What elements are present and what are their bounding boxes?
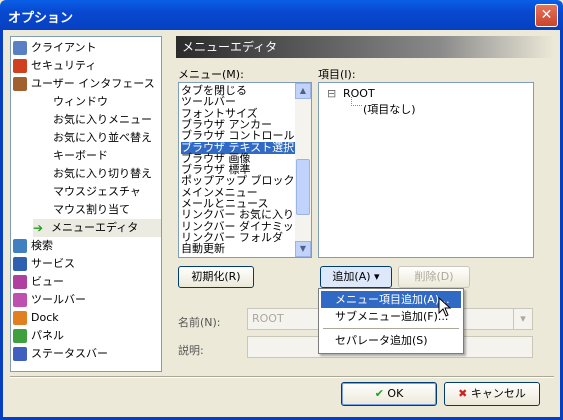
tree-item-label: 検索 xyxy=(31,239,53,252)
cancel-button-label: キャンセル xyxy=(470,387,526,400)
tree-item[interactable]: お気に入り切り替え xyxy=(33,165,161,183)
tree-item[interactable]: ウィンドウ xyxy=(33,93,161,111)
tree-item-label: ウィンドウ xyxy=(53,95,108,108)
tree-item[interactable]: セキュリティ xyxy=(13,57,159,75)
users-icon xyxy=(13,77,27,91)
title-bar[interactable]: オプション ✕ xyxy=(0,0,563,30)
mouse-cursor-icon xyxy=(438,297,452,317)
tree-item[interactable]: ビュー xyxy=(13,273,159,291)
window-title: オプション xyxy=(8,11,74,26)
bottom-separator xyxy=(10,376,554,378)
add-button[interactable]: 追加(A) ▾ xyxy=(320,266,392,288)
collapse-icon[interactable]: ⊟ xyxy=(327,87,336,100)
tree-item-label: ユーザー インタフェース xyxy=(31,77,155,90)
cross-icon: ✖ xyxy=(458,387,468,400)
tree-connector xyxy=(351,97,362,106)
tree-item-label: マウス割り当て xyxy=(53,203,130,216)
tree-item-label: メニューエディタ xyxy=(51,221,139,234)
cancel-button[interactable]: ✖ キャンセル xyxy=(444,382,540,406)
menu-list-scrollbar[interactable]: ▲ ▼ xyxy=(295,83,311,257)
menu-listbox[interactable]: タブを閉じる ツールバー フォントサイズ ブラウザ アンカー ブラウザ コントロール ブラ… xyxy=(178,82,312,258)
menu-label: メニュー(M): xyxy=(178,68,244,81)
tree-item-label: ツールバー xyxy=(31,293,86,306)
tree-item[interactable]: キーボード xyxy=(33,147,161,165)
add-button-label: 追加(A) xyxy=(332,270,371,283)
close-button[interactable]: ✕ xyxy=(535,4,558,27)
tree-item-label: キーボード xyxy=(53,149,108,162)
client-icon xyxy=(13,41,27,55)
tree-item-label: お気に入り切り替え xyxy=(53,167,152,180)
description-label: 説明: xyxy=(178,344,204,357)
init-button[interactable]: 初期化(R) xyxy=(178,266,254,288)
tree-item-label: ステータスバー xyxy=(31,347,108,360)
tree-item[interactable]: パネル xyxy=(13,327,159,345)
name-dropdown-icon[interactable]: ▾ xyxy=(513,308,533,330)
tree-item[interactable]: クライアント xyxy=(13,39,159,57)
cube-icon xyxy=(13,329,27,343)
tree-item[interactable]: 検索 xyxy=(13,237,159,255)
tree-item-label: お気に入りメニュー xyxy=(53,113,152,126)
cube-icon xyxy=(13,293,27,307)
service-icon xyxy=(13,257,27,271)
tree-item-label: サービス xyxy=(31,257,75,270)
delete-button[interactable]: 削除(D) xyxy=(398,266,470,288)
tree-item-label: クライアント xyxy=(31,41,97,54)
ok-button[interactable]: ✔ OK xyxy=(341,382,437,406)
item-tree-empty[interactable]: (項目なし) xyxy=(363,101,416,117)
item-tree[interactable]: ⊟ ROOT (項目なし) xyxy=(318,82,534,258)
cube-icon xyxy=(13,311,27,325)
dropdown-arrow-icon: ▾ xyxy=(374,270,380,283)
tree-item[interactable]: ユーザー インタフェース xyxy=(13,75,159,93)
tree-item[interactable]: サービス xyxy=(13,255,159,273)
arrow-right-icon: ➔ xyxy=(33,221,44,235)
menu-separator xyxy=(323,328,459,329)
tree-item[interactable]: ➔ メニューエディタ xyxy=(33,219,161,237)
category-tree[interactable]: クライアント セキュリティユーザー インタフェースウィンドウお気に入りメニュー お気… xyxy=(10,36,162,372)
shield-icon xyxy=(13,59,27,73)
tree-item[interactable]: マウス割り当て xyxy=(33,201,161,219)
ok-button-label: OK xyxy=(387,387,404,400)
cube-icon xyxy=(13,347,27,361)
scroll-thumb[interactable] xyxy=(296,159,310,215)
tree-item[interactable]: ステータスバー xyxy=(13,345,159,363)
menu-item-add-separator[interactable]: セパレータ追加(S) xyxy=(321,332,461,349)
options-window: オプション ✕ クライアント セキュリティユーザー インタフェースウィンドウお気に… xyxy=(0,0,563,420)
cube-icon xyxy=(13,275,27,289)
item-label: 項目(I): xyxy=(318,68,356,81)
name-label: 名前(N): xyxy=(178,316,221,329)
tree-item[interactable]: お気に入り並べ替え xyxy=(33,129,161,147)
tree-item-label: マウスジェスチャ xyxy=(53,185,141,198)
tree-item[interactable]: お気に入りメニュー xyxy=(33,111,161,129)
scroll-down-button[interactable]: ▼ xyxy=(295,241,311,257)
tree-item[interactable]: マウスジェスチャ xyxy=(33,183,161,201)
tree-item-label: お気に入り並べ替え xyxy=(53,131,152,144)
section-header: メニューエディタ xyxy=(176,36,554,58)
tree-item-label: Dock xyxy=(31,311,59,324)
tree-item[interactable]: Dock xyxy=(13,309,159,327)
tree-item-label: パネル xyxy=(31,329,64,342)
tree-item-label: セキュリティ xyxy=(31,59,97,72)
tree-item[interactable]: ツールバー xyxy=(13,291,159,309)
scroll-up-button[interactable]: ▲ xyxy=(295,83,311,99)
list-item[interactable]: 自動更新 xyxy=(181,243,295,255)
search-icon xyxy=(13,239,27,253)
check-icon: ✔ xyxy=(374,387,384,400)
tree-item-label: ビュー xyxy=(31,275,64,288)
